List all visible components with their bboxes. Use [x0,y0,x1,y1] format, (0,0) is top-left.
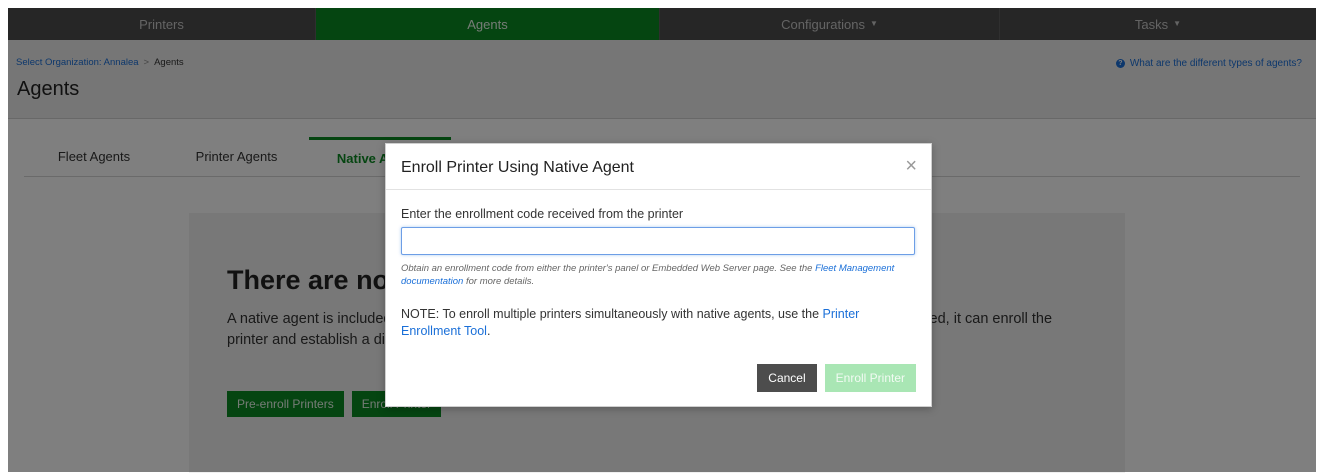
cancel-button[interactable]: Cancel [757,364,817,392]
dialog-body: Enter the enrollment code received from … [401,207,916,340]
enroll-printer-submit-button[interactable]: Enroll Printer [824,364,916,392]
dialog-footer: Cancel Enroll Printer [757,364,916,392]
enroll-printer-dialog: Enroll Printer Using Native Agent × Ente… [385,143,932,407]
enrollment-code-input[interactable] [401,227,915,255]
enrollment-note: NOTE: To enroll multiple printers simult… [401,306,916,340]
note-suffix: . [486,324,491,338]
dialog-title: Enroll Printer Using Native Agent [401,159,634,176]
hint-suffix: for more details. [463,276,535,287]
close-icon[interactable]: × [905,156,917,176]
enrollment-code-label: Enter the enrollment code received from … [401,207,684,221]
dialog-header: Enroll Printer Using Native Agent × [386,144,931,190]
enrollment-code-hint: Obtain an enrollment code from either th… [401,262,916,288]
hint-text: Obtain an enrollment code from either th… [401,263,816,274]
note-text: NOTE: To enroll multiple printers simult… [401,307,823,321]
